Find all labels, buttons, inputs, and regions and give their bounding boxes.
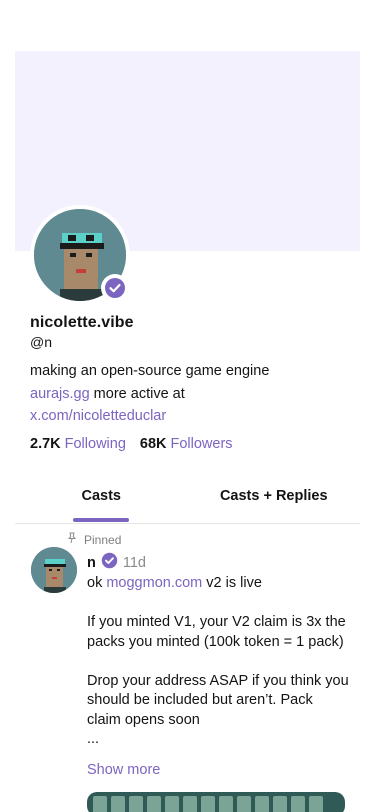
post-timestamp[interactable]: 11d bbox=[123, 555, 146, 571]
bio-link-x[interactable]: x.com/nicoletteduclar bbox=[30, 408, 166, 424]
post-author-avatar[interactable] bbox=[31, 547, 77, 593]
display-name: nicolette.vibe bbox=[30, 314, 134, 331]
profile-tabs: Casts Casts + Replies bbox=[15, 478, 360, 524]
verified-badge-icon bbox=[101, 552, 118, 573]
bio-line-2: aurajs.gg more active at bbox=[30, 383, 350, 406]
post-body[interactable]: ok moggmon.com v2 is live If you minted … bbox=[87, 574, 349, 750]
post-text: v2 is live bbox=[202, 575, 262, 591]
pinned-indicator: Pinned bbox=[66, 532, 121, 547]
verified-badge-icon bbox=[101, 274, 129, 302]
following-count[interactable]: 2.7K bbox=[30, 436, 61, 452]
post-text: ok bbox=[87, 575, 107, 591]
post-author-name[interactable]: n bbox=[87, 555, 96, 571]
post-link-moggmon[interactable]: moggmon.com bbox=[106, 575, 202, 591]
followers-count[interactable]: 68K bbox=[140, 436, 167, 452]
post-embed-image[interactable] bbox=[87, 792, 345, 812]
post-paragraph: If you minted V1, your V2 claim is 3x th… bbox=[87, 614, 346, 650]
pin-icon bbox=[66, 532, 78, 547]
show-more-link[interactable]: Show more bbox=[87, 762, 160, 778]
username: @n bbox=[30, 334, 52, 350]
post-paragraph: Drop your address ASAP if you think you … bbox=[87, 672, 349, 728]
bio-line: making an open-source game engine bbox=[30, 363, 270, 379]
bio-text: more active at bbox=[89, 385, 185, 402]
profile-stats: 2.7K Following 68K Followers bbox=[30, 436, 233, 452]
tab-casts-replies[interactable]: Casts + Replies bbox=[188, 478, 361, 523]
post-header: n 11d bbox=[87, 552, 146, 573]
pinned-label: Pinned bbox=[84, 532, 122, 547]
tab-casts[interactable]: Casts bbox=[15, 478, 188, 523]
following-link[interactable]: Following bbox=[65, 436, 126, 452]
post-ellipsis: ... bbox=[87, 731, 100, 747]
bio-link-aurajs[interactable]: aurajs.gg bbox=[30, 386, 90, 402]
followers-link[interactable]: Followers bbox=[171, 436, 233, 452]
profile-bio: making an open-source game engine aurajs… bbox=[30, 360, 350, 428]
